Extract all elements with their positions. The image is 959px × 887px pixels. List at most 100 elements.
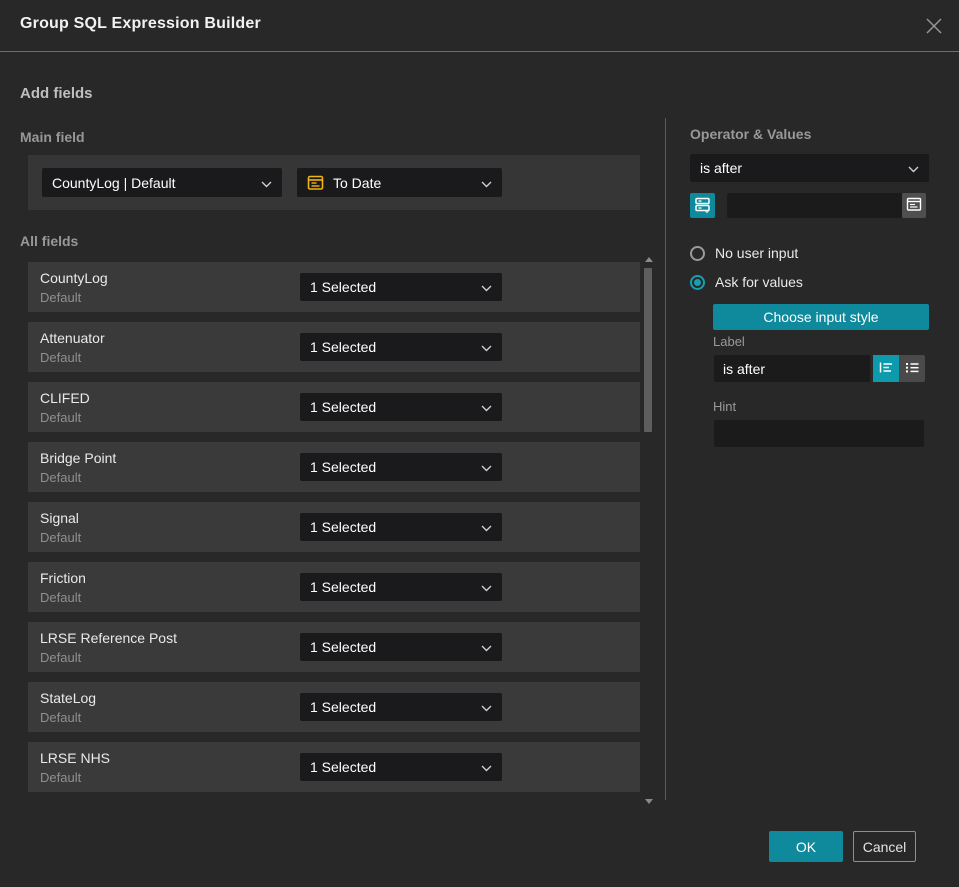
scrollbar-thumb[interactable] [644, 268, 652, 432]
choose-input-style-button[interactable]: Choose input style [713, 304, 929, 330]
chevron-down-icon [481, 519, 492, 535]
main-field-section: CountyLog | Default To Date [28, 155, 640, 210]
field-selection-select[interactable]: 1 Selected [300, 453, 502, 481]
field-selection-value: 1 Selected [310, 519, 377, 535]
bulleted-list-icon [905, 361, 920, 377]
calendar-icon [906, 196, 922, 215]
chevron-down-icon [481, 639, 492, 655]
scrollbar-down-arrow[interactable] [645, 799, 653, 804]
field-selection-value: 1 Selected [310, 579, 377, 595]
dialog-title: Group SQL Expression Builder [20, 15, 261, 32]
field-selection-select[interactable]: 1 Selected [300, 273, 502, 301]
scrollbar-up-arrow[interactable] [645, 257, 653, 262]
stacked-values-icon [694, 196, 711, 216]
chevron-down-icon [481, 279, 492, 295]
field-row: Bridge Point Default 1 Selected [28, 442, 640, 492]
all-fields-list: CountyLog Default 1 Selected Attenuator … [28, 262, 640, 802]
date-type-select-value: To Date [333, 174, 382, 191]
cancel-button[interactable]: Cancel [853, 831, 916, 862]
field-selection-select[interactable]: 1 Selected [300, 633, 502, 661]
field-selection-select[interactable]: 1 Selected [300, 513, 502, 541]
radio-label: No user input [715, 245, 799, 261]
main-field-select-value: CountyLog | Default [52, 174, 176, 191]
field-name: LRSE NHS [40, 750, 111, 766]
field-selection-value: 1 Selected [310, 339, 377, 355]
field-subtitle: Default [40, 590, 82, 605]
field-name: Signal [40, 510, 79, 526]
field-row: Signal Default 1 Selected [28, 502, 640, 552]
field-subtitle: Default [40, 350, 82, 365]
field-name: StateLog [40, 690, 97, 706]
field-selection-value: 1 Selected [310, 759, 377, 775]
main-field-select[interactable]: CountyLog | Default [42, 168, 282, 197]
date-type-select[interactable]: To Date [297, 168, 502, 197]
chevron-down-icon [481, 175, 492, 191]
field-name: Friction [40, 570, 86, 586]
single-line-style-button[interactable] [873, 355, 899, 382]
operator-select-value: is after [700, 160, 743, 176]
radio-unselected-icon [690, 245, 705, 261]
dialog-header: Group SQL Expression Builder [0, 0, 959, 52]
align-left-icon [879, 361, 894, 377]
field-selection-select[interactable]: 1 Selected [300, 693, 502, 721]
field-name: Bridge Point [40, 450, 117, 466]
radio-selected-icon [690, 274, 705, 290]
chevron-down-icon [481, 579, 492, 595]
chevron-down-icon [261, 175, 272, 191]
field-name: LRSE Reference Post [40, 630, 177, 646]
hint-caption: Hint [713, 399, 737, 414]
chevron-down-icon [481, 759, 492, 775]
field-subtitle: Default [40, 650, 82, 665]
calendar-icon [307, 174, 324, 191]
field-row: LRSE Reference Post Default 1 Selected [28, 622, 640, 672]
field-subtitle: Default [40, 470, 82, 485]
field-row: CLIFED Default 1 Selected [28, 382, 640, 432]
field-subtitle: Default [40, 290, 82, 305]
field-row: CountyLog Default 1 Selected [28, 262, 640, 312]
field-name: CountyLog [40, 270, 108, 286]
field-selection-select[interactable]: 1 Selected [300, 573, 502, 601]
field-selection-value: 1 Selected [310, 279, 377, 295]
field-selection-select[interactable]: 1 Selected [300, 333, 502, 361]
field-row: Friction Default 1 Selected [28, 562, 640, 612]
field-value-toggle-button[interactable] [690, 193, 715, 218]
chevron-down-icon [908, 160, 919, 176]
chevron-down-icon [481, 399, 492, 415]
list-style-button[interactable] [899, 355, 925, 382]
field-row: StateLog Default 1 Selected [28, 682, 640, 732]
label-caption: Label [713, 334, 745, 349]
all-fields-heading: All fields [20, 233, 79, 249]
field-subtitle: Default [40, 530, 82, 545]
field-selection-value: 1 Selected [310, 459, 377, 475]
main-field-heading: Main field [20, 129, 85, 145]
panel-divider [665, 118, 666, 800]
field-selection-value: 1 Selected [310, 399, 377, 415]
radio-ask-for-values[interactable]: Ask for values [690, 274, 803, 290]
date-value-input[interactable] [727, 193, 902, 218]
field-selection-value: 1 Selected [310, 639, 377, 655]
field-selection-value: 1 Selected [310, 699, 377, 715]
operator-select[interactable]: is after [690, 154, 929, 182]
label-input[interactable] [714, 355, 870, 382]
close-icon[interactable] [923, 15, 945, 37]
field-subtitle: Default [40, 770, 82, 785]
hint-input[interactable] [714, 420, 924, 447]
group-sql-expression-builder-dialog: Group SQL Expression Builder Add fields … [0, 0, 959, 887]
field-subtitle: Default [40, 710, 82, 725]
radio-label: Ask for values [715, 274, 803, 290]
operator-values-heading: Operator & Values [690, 126, 812, 142]
chevron-down-icon [481, 459, 492, 475]
field-row: Attenuator Default 1 Selected [28, 322, 640, 372]
chevron-down-icon [481, 339, 492, 355]
field-selection-select[interactable]: 1 Selected [300, 393, 502, 421]
field-row: LRSE NHS Default 1 Selected [28, 742, 640, 792]
chevron-down-icon [481, 699, 492, 715]
field-selection-select[interactable]: 1 Selected [300, 753, 502, 781]
radio-no-user-input[interactable]: No user input [690, 245, 798, 261]
field-name: Attenuator [40, 330, 105, 346]
field-name: CLIFED [40, 390, 90, 406]
date-picker-button[interactable] [902, 193, 926, 218]
add-fields-heading: Add fields [20, 85, 93, 102]
field-subtitle: Default [40, 410, 82, 425]
ok-button[interactable]: OK [769, 831, 843, 862]
